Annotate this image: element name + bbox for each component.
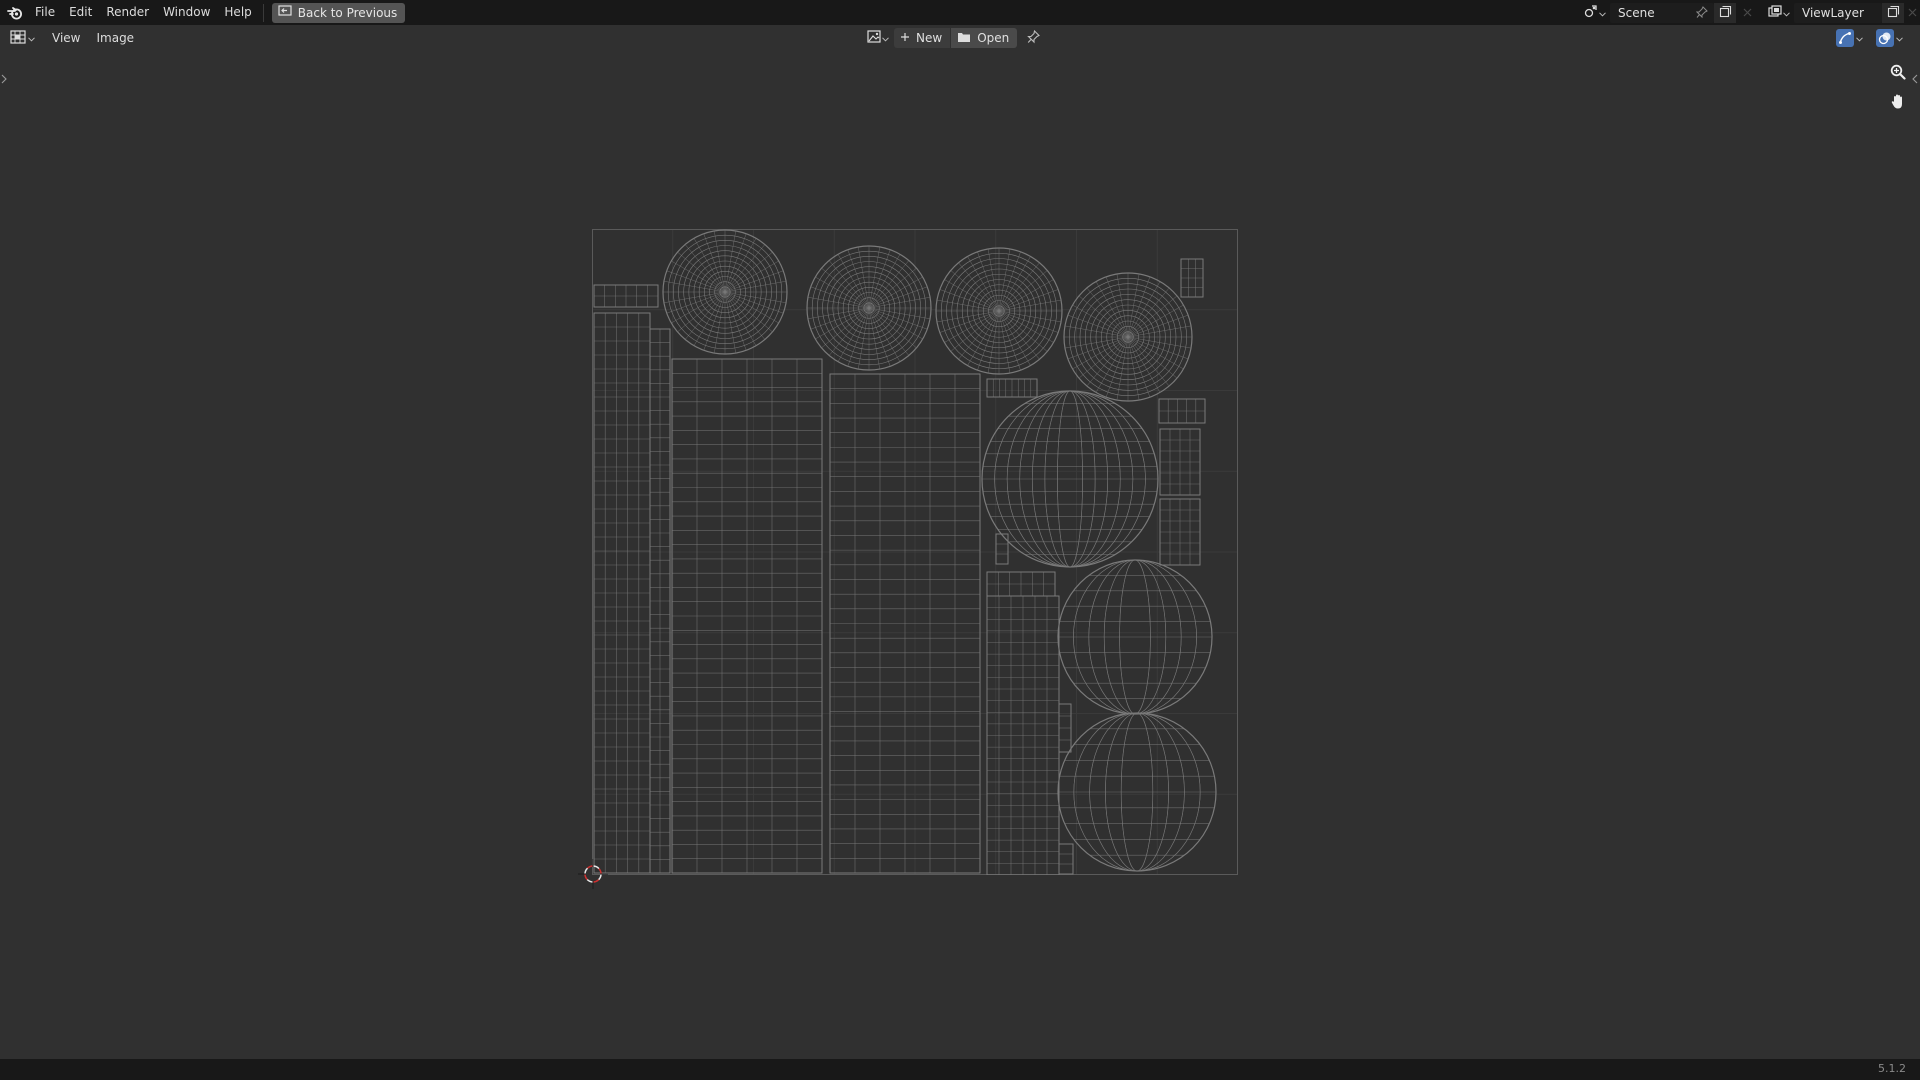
menu-file[interactable]: File: [28, 0, 62, 25]
duplicate-icon: [1719, 5, 1732, 21]
uv-sync-selection-toggle[interactable]: [1836, 28, 1872, 48]
top-bar: File Edit Render Window Help Back to Pre…: [0, 0, 1920, 25]
image-browse-button[interactable]: [864, 28, 892, 48]
render-layers-icon: [1768, 4, 1782, 21]
header-right-controls: [1836, 28, 1912, 48]
scene-icon: [1584, 4, 1598, 21]
delete-scene-button[interactable]: [1736, 3, 1758, 23]
new-label: New: [916, 31, 943, 45]
plus-icon: [900, 31, 910, 45]
menu-view[interactable]: View: [44, 25, 88, 51]
image-icon: [867, 30, 881, 46]
delete-view-layer-button[interactable]: [1904, 3, 1920, 23]
editor-type-button[interactable]: [10, 28, 40, 48]
uv-island-strip: [1058, 843, 1074, 875]
zoom-view-button[interactable]: [1886, 61, 1910, 85]
chevron-right-icon[interactable]: [1, 73, 7, 87]
chevron-down-icon: [1896, 31, 1903, 45]
version-label: 5.1.2: [1878, 1062, 1906, 1075]
menu-help[interactable]: Help: [217, 0, 258, 25]
pan-view-button[interactable]: [1886, 91, 1910, 115]
overlays-icon: [1876, 29, 1894, 47]
workspace-selectors: Scene ViewLayer: [1580, 0, 1920, 25]
scene-selector-button[interactable]: [1580, 3, 1610, 23]
scene-name-field[interactable]: Scene: [1610, 2, 1714, 23]
view-layer-name: ViewLayer: [1802, 5, 1864, 20]
view-layer-name-field[interactable]: ViewLayer: [1794, 2, 1882, 23]
folder-icon: [957, 31, 971, 46]
image-editor-header: View Image New Open: [0, 25, 1920, 51]
uv-island-strip: [995, 533, 1009, 565]
menu-window[interactable]: Window: [156, 0, 217, 25]
close-icon: [1743, 6, 1752, 20]
chevron-down-icon: [28, 31, 35, 45]
2d-cursor-icon[interactable]: [578, 859, 608, 889]
uv-layout-canvas[interactable]: [592, 229, 1238, 875]
pin-image-button[interactable]: [1021, 28, 1045, 48]
open-image-button[interactable]: Open: [951, 28, 1018, 48]
uv-editor-icon: [10, 29, 26, 47]
new-image-button[interactable]: New: [894, 28, 951, 48]
close-icon: [1908, 6, 1917, 20]
uv-sync-icon: [1836, 29, 1854, 47]
hand-icon: [1890, 93, 1906, 113]
chevron-down-icon: [1599, 6, 1606, 20]
blender-logo-icon[interactable]: [2, 0, 28, 25]
screen-back-icon: [278, 5, 292, 20]
menu-render[interactable]: Render: [99, 0, 156, 25]
chevron-left-icon[interactable]: [1912, 73, 1918, 87]
new-scene-button[interactable]: [1714, 2, 1736, 23]
chevron-down-icon: [882, 31, 889, 45]
duplicate-icon: [1887, 5, 1900, 21]
new-view-layer-button[interactable]: [1882, 2, 1904, 23]
uv-editor-viewport[interactable]: [0, 51, 1920, 1059]
open-label: Open: [977, 31, 1010, 45]
view-layer-selector-button[interactable]: [1764, 3, 1794, 23]
menu-edit[interactable]: Edit: [62, 0, 99, 25]
menu-image[interactable]: Image: [88, 25, 142, 51]
chevron-down-icon: [1856, 31, 1863, 45]
chevron-down-icon: [1783, 6, 1790, 20]
overlays-toggle[interactable]: [1876, 28, 1912, 48]
pin-icon: [1026, 29, 1040, 47]
zoom-icon: [1890, 64, 1906, 83]
image-datablock-controls: New Open: [864, 28, 1045, 48]
status-bar: 5.1.2: [0, 1059, 1920, 1080]
pin-icon[interactable]: [1695, 5, 1708, 22]
scene-name: Scene: [1618, 5, 1655, 20]
menu-separator: [262, 3, 264, 22]
back-to-previous-label: Back to Previous: [297, 5, 398, 20]
back-to-previous-button[interactable]: Back to Previous: [271, 2, 406, 23]
